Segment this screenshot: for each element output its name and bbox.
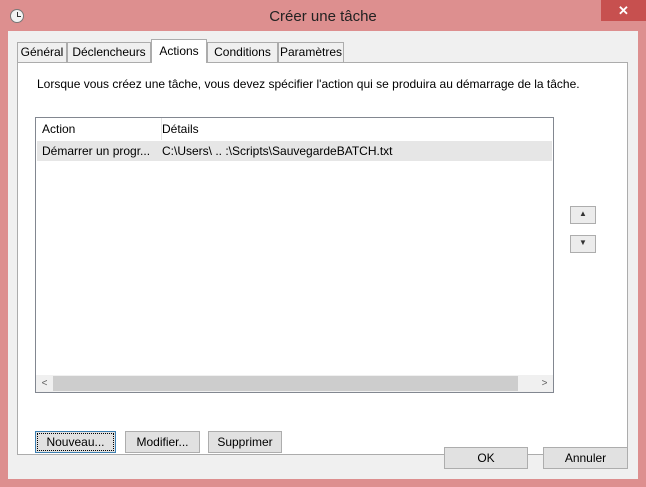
action-type-cell: Démarrer un progr... [42, 144, 151, 158]
dialog-client-area: Général Déclencheurs Actions Conditions … [8, 31, 638, 479]
close-button[interactable]: ✕ [601, 0, 646, 21]
scroll-left-icon[interactable]: < [36, 375, 53, 392]
actions-list[interactable]: Action Détails Démarrer un progr... C:\U… [35, 117, 554, 393]
move-up-button[interactable]: ▲ [570, 206, 596, 224]
column-header-details[interactable]: Détails [162, 122, 199, 136]
new-action-label: Nouveau... [37, 433, 114, 451]
window-title: Créer une tâche [269, 8, 377, 25]
title-bar[interactable]: Créer une tâche ✕ [0, 0, 646, 32]
tab-general[interactable]: Général [17, 42, 67, 62]
column-header-action[interactable]: Action [42, 122, 75, 136]
actions-description: Lorsque vous créez une tâche, vous devez… [37, 77, 580, 91]
move-down-button[interactable]: ▼ [570, 235, 596, 253]
cancel-button[interactable]: Annuler [543, 447, 628, 469]
list-header: Action Détails [36, 118, 553, 140]
scrollbar-thumb[interactable] [53, 376, 518, 391]
action-details-cell: C:\Users\ .. :\Scripts\SauvegardeBATCH.t… [162, 144, 393, 158]
actions-tab-panel: Lorsque vous créez une tâche, vous devez… [17, 62, 628, 455]
tab-actions[interactable]: Actions [151, 39, 207, 63]
ok-button[interactable]: OK [444, 447, 528, 469]
tab-conditions[interactable]: Conditions [207, 42, 278, 62]
delete-action-button[interactable]: Supprimer [208, 431, 282, 453]
new-action-button[interactable]: Nouveau... [35, 431, 116, 453]
create-task-window: Créer une tâche ✕ Général Déclencheurs A… [0, 0, 646, 487]
tab-settings[interactable]: Paramètres [278, 42, 344, 62]
modify-action-button[interactable]: Modifier... [125, 431, 200, 453]
scroll-right-icon[interactable]: > [536, 375, 553, 392]
horizontal-scrollbar[interactable]: < > [36, 375, 553, 392]
list-item[interactable]: Démarrer un progr... C:\Users\ .. :\Scri… [37, 141, 552, 161]
tab-triggers[interactable]: Déclencheurs [67, 42, 151, 62]
